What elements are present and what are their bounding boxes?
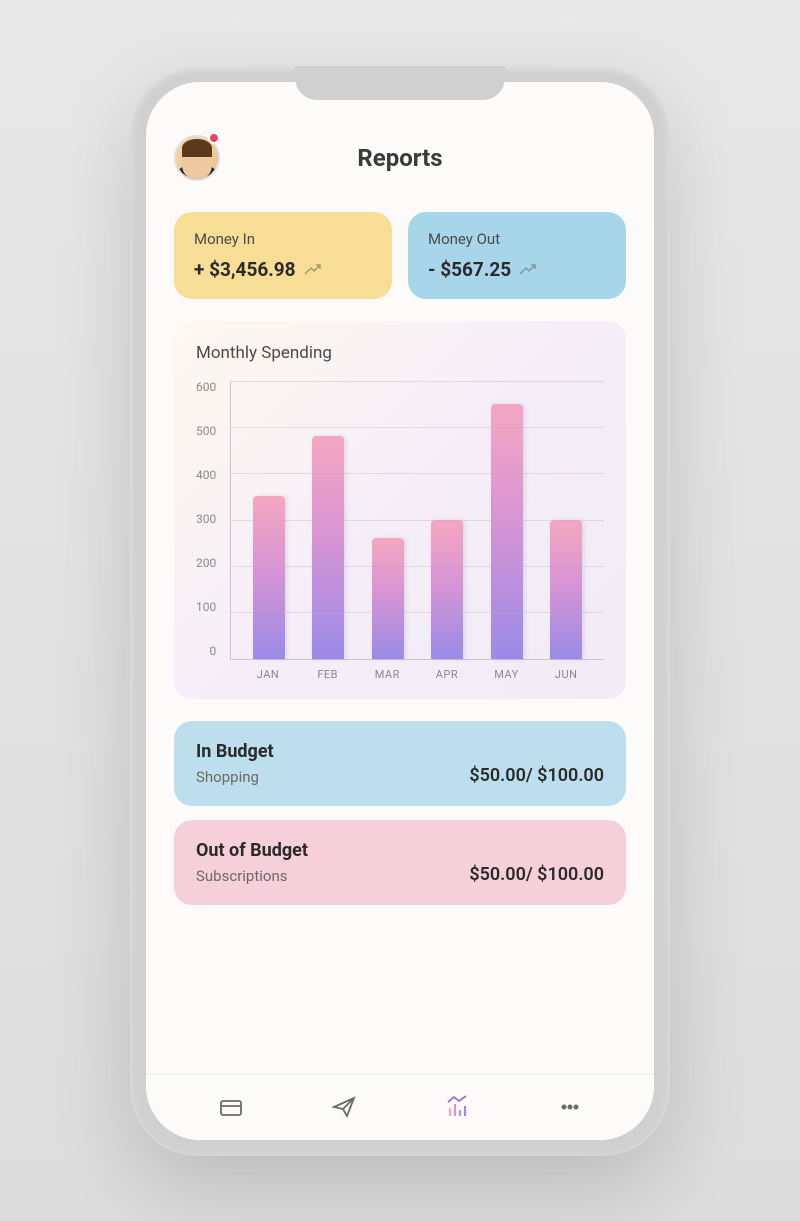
money-out-card[interactable]: Money Out - $567.25 [408,212,626,299]
y-tick: 400 [196,469,216,481]
in-budget-amount: $50.00/ $100.00 [469,765,604,786]
trend-up-icon [304,258,322,281]
x-tick: MAY [491,668,523,681]
nav-card-icon[interactable] [211,1087,251,1127]
page-title: Reports [357,144,442,172]
x-tick: FEB [312,668,344,681]
notification-badge [208,132,220,144]
chart-area: 600 500 400 300 200 100 0 JAN FEB MAR APR MAY JUN [196,381,604,681]
x-tick: JUN [550,668,582,681]
phone-frame: Reports Money In + $3,456.98 Money Out [130,66,670,1156]
in-budget-title: In Budget [196,741,274,762]
money-in-label: Money In [194,230,372,248]
out-budget-card[interactable]: Out of Budget Subscriptions $50.00/ $100… [174,820,626,905]
nav-more-icon[interactable] [550,1087,590,1127]
bar [312,436,344,658]
money-out-value: - $567.25 [428,258,606,281]
chart-card: Monthly Spending 600 500 400 300 200 100 0 JAN… [174,321,626,699]
screen-content: Reports Money In + $3,456.98 Money Out [146,82,654,1074]
gridline [231,427,604,428]
y-tick: 200 [196,557,216,569]
x-axis: JAN FEB MAR APR MAY JUN [230,660,604,681]
out-budget-amount: $50.00/ $100.00 [469,864,604,885]
y-tick: 500 [196,425,216,437]
x-tick: JAN [252,668,284,681]
y-tick: 100 [196,601,216,613]
bar [372,538,404,658]
plot-area: JAN FEB MAR APR MAY JUN [230,381,604,681]
money-out-label: Money Out [428,230,606,248]
trend-up-icon [519,258,537,281]
y-tick: 600 [196,381,216,393]
money-in-value: + $3,456.98 [194,258,372,281]
y-axis: 600 500 400 300 200 100 0 [196,381,230,681]
x-tick: MAR [371,668,403,681]
in-budget-category: Shopping [196,768,274,786]
gridline [231,381,604,382]
bottom-nav [146,1074,654,1140]
notch [295,66,505,100]
nav-reports-icon[interactable] [437,1087,477,1127]
chart-title: Monthly Spending [196,343,604,363]
summary-row: Money In + $3,456.98 Money Out - $567.25 [174,212,626,299]
grid-container [230,381,604,660]
gridline [231,520,604,521]
bar [253,496,285,658]
header: Reports [174,134,626,182]
out-budget-category: Subscriptions [196,867,308,885]
gridline [231,566,604,567]
phone-screen: Reports Money In + $3,456.98 Money Out [146,82,654,1140]
gridline [231,473,604,474]
money-in-card[interactable]: Money In + $3,456.98 [174,212,392,299]
out-budget-title: Out of Budget [196,840,308,861]
bar [431,520,463,659]
y-tick: 300 [196,513,216,525]
bar [491,404,523,659]
gridline [231,612,604,613]
in-budget-card[interactable]: In Budget Shopping $50.00/ $100.00 [174,721,626,806]
x-tick: APR [431,668,463,681]
nav-send-icon[interactable] [324,1087,364,1127]
y-tick: 0 [196,645,216,657]
bar [550,520,582,659]
